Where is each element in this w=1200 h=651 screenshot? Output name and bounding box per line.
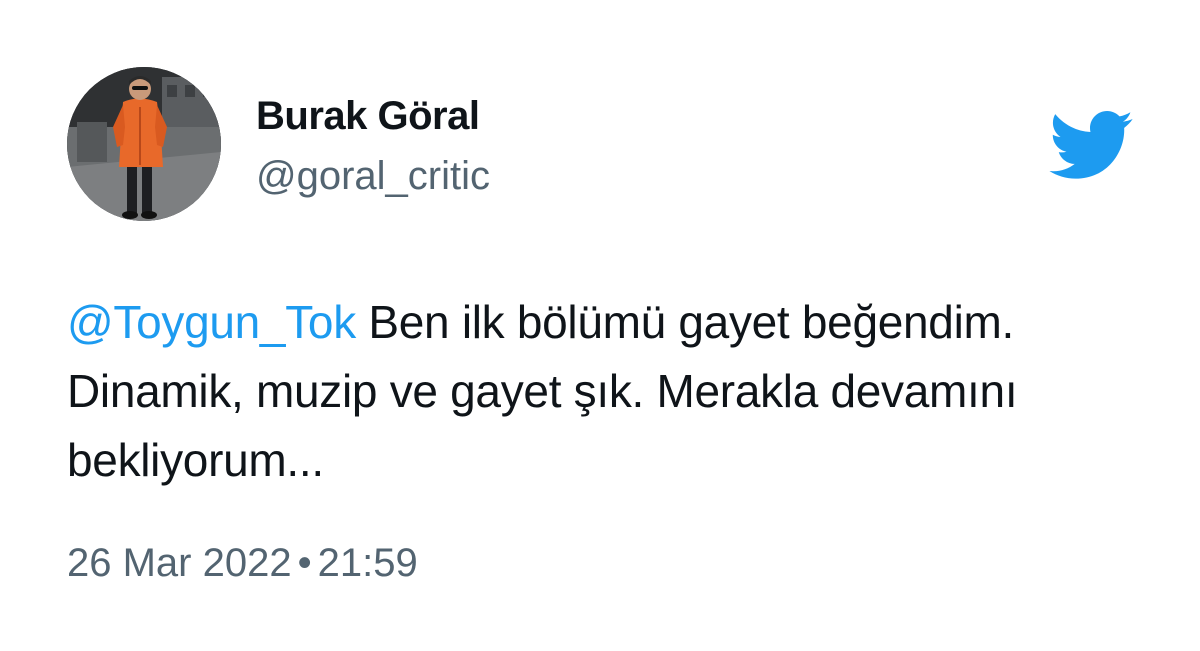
- display-name[interactable]: Burak Göral: [256, 94, 480, 139]
- user-handle[interactable]: @goral_critic: [256, 154, 490, 199]
- tweet-text: @Toygun_Tok Ben ilk bölümü gayet beğendi…: [67, 288, 1147, 495]
- tweet-text-line1: Ben ilk bölümü gayet beğendim.: [355, 296, 1015, 348]
- tweet-date: 26 Mar 2022: [67, 541, 292, 585]
- tweet-card: Burak Göral @goral_critic @Toygun_Tok Be…: [0, 0, 1200, 651]
- tweet-time: 21:59: [317, 541, 418, 585]
- tweet-text-line2: Dinamik, muzip ve gayet şık. Merakla dev…: [67, 365, 1018, 417]
- twitter-bird-icon[interactable]: [1046, 108, 1134, 180]
- twitter-bird-svg: [1049, 111, 1133, 179]
- separator-dot: •: [297, 541, 312, 585]
- tweet-text-line3: bekliyorum...: [67, 434, 324, 486]
- mention-link[interactable]: @Toygun_Tok: [67, 296, 356, 348]
- avatar[interactable]: [67, 67, 221, 221]
- avatar-photo: [67, 67, 221, 221]
- tweet-timestamp[interactable]: 26 Mar 2022 • 21:59: [67, 541, 418, 586]
